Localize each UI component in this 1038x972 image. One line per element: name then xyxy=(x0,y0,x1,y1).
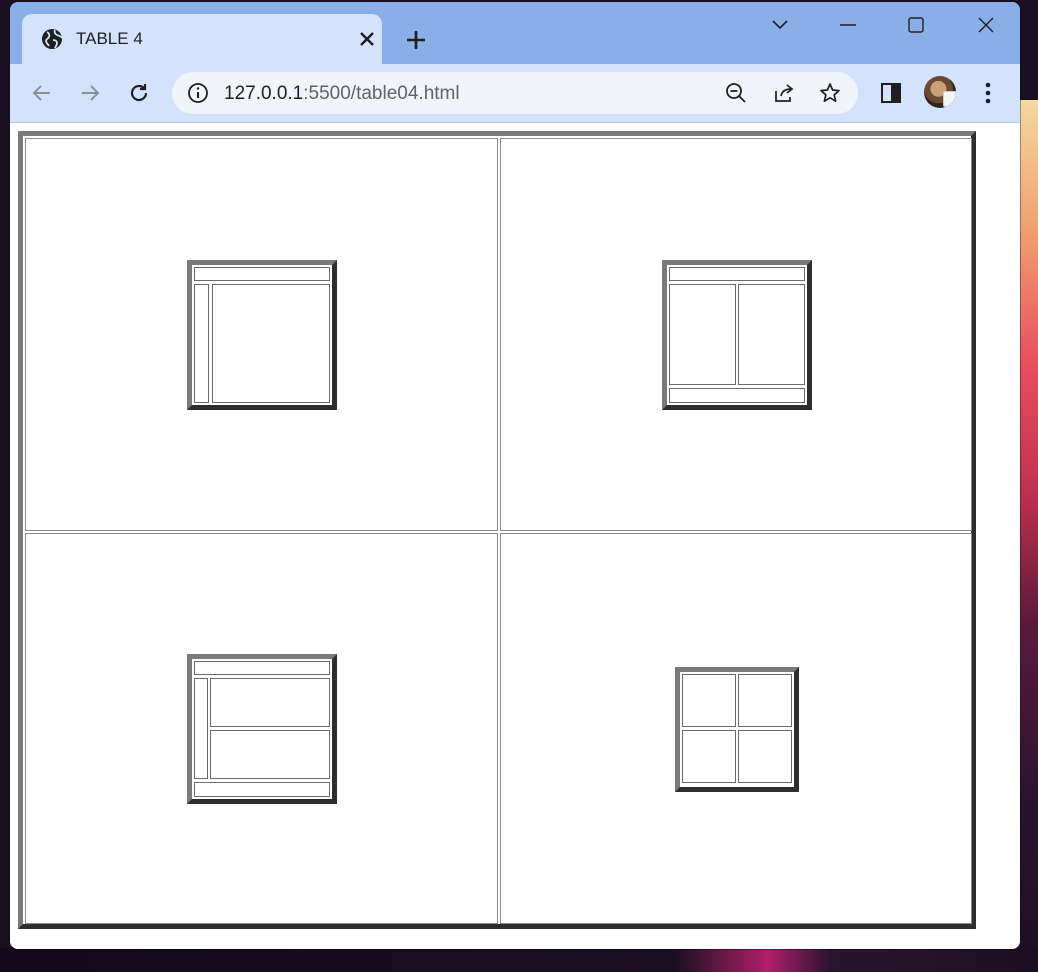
grid-block-top-right xyxy=(738,674,792,727)
avatar-badge xyxy=(943,91,956,107)
globe-icon xyxy=(40,27,64,51)
table-cell-1 xyxy=(25,138,498,531)
profile-avatar[interactable] xyxy=(924,76,956,108)
desktop-wallpaper-bottom xyxy=(0,948,1038,972)
bookmark-star-icon[interactable] xyxy=(818,81,842,105)
zoom-out-icon[interactable] xyxy=(724,81,748,105)
left-column-block xyxy=(669,284,736,385)
grid-block-bottom-left xyxy=(682,730,736,783)
layout-thumbnail xyxy=(662,260,812,410)
address-bar[interactable]: 127.0.0.1:5500/table04.html xyxy=(172,72,858,114)
footer-block xyxy=(669,388,805,403)
tab-title: TABLE 4 xyxy=(76,29,143,48)
browser-toolbar: 127.0.0.1:5500/table04.html xyxy=(10,64,1020,123)
more-menu-icon[interactable] xyxy=(973,78,1003,108)
reload-icon[interactable] xyxy=(122,76,156,110)
desktop-wallpaper xyxy=(1018,100,1038,972)
close-window-icon[interactable] xyxy=(966,10,1006,40)
layout-table xyxy=(18,131,976,929)
back-icon[interactable] xyxy=(25,76,59,110)
url-text[interactable]: 127.0.0.1:5500/table04.html xyxy=(224,83,460,105)
tab-search-icon[interactable] xyxy=(760,10,800,40)
grid-block-top-left xyxy=(682,674,736,727)
forward-icon[interactable] xyxy=(73,76,107,110)
url-host: 127.0.0.1 xyxy=(224,83,304,104)
table-cell-2 xyxy=(500,138,972,531)
layout-thumbnail xyxy=(675,667,799,792)
maximize-icon[interactable] xyxy=(896,10,936,40)
url-path: :5500/table04.html xyxy=(303,83,460,104)
header-block xyxy=(194,661,330,675)
page-content xyxy=(10,123,1020,949)
footer-block xyxy=(194,782,330,797)
sidebar-block xyxy=(194,284,209,403)
sidebar-block xyxy=(194,678,208,779)
new-tab-icon[interactable] xyxy=(400,24,432,56)
browser-window: TABLE 4 127.0.0.1:5500/table04.html xyxy=(10,2,1020,949)
right-column-block xyxy=(738,284,805,385)
main-block xyxy=(212,284,330,403)
share-icon[interactable] xyxy=(772,81,796,105)
tab-active[interactable]: TABLE 4 xyxy=(22,14,382,64)
table-cell-3 xyxy=(25,533,498,924)
tab-strip: TABLE 4 xyxy=(10,2,1020,64)
header-block xyxy=(194,267,330,281)
lower-block xyxy=(210,730,330,779)
layout-thumbnail xyxy=(187,654,337,804)
layout-thumbnail xyxy=(187,260,337,410)
side-panel-icon[interactable] xyxy=(876,78,906,108)
grid-block-bottom-right xyxy=(738,730,792,783)
upper-block xyxy=(210,678,330,727)
header-block xyxy=(669,267,805,281)
close-tab-icon[interactable] xyxy=(356,28,378,50)
info-icon[interactable] xyxy=(186,81,210,105)
table-cell-4 xyxy=(500,533,972,924)
minimize-icon[interactable] xyxy=(828,10,868,40)
